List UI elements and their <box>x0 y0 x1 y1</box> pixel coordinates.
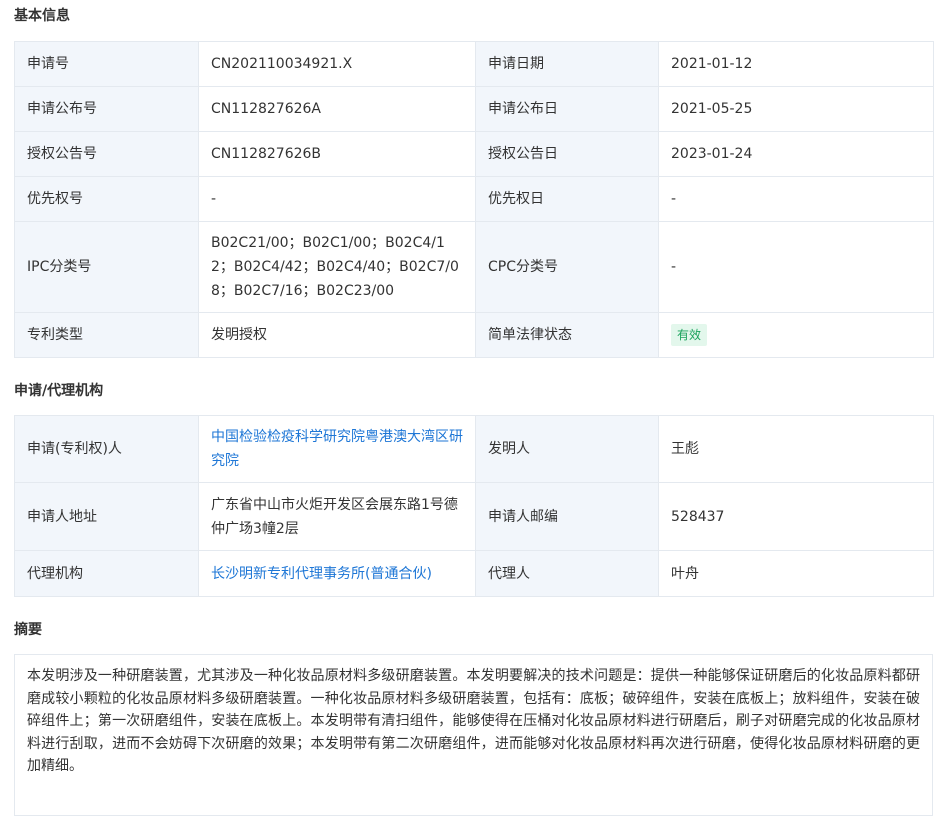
status-badge: 有效 <box>671 324 708 346</box>
applicant-label: 申请(专利权)人 <box>14 415 199 483</box>
grant-number-label: 授权公告号 <box>14 131 199 177</box>
table-row: 申请(专利权)人 中国检验检疫科学研究院粤港澳大湾区研究院 发明人 王彪 <box>14 415 934 483</box>
inventor-value: 王彪 <box>658 415 934 483</box>
application-number-label: 申请号 <box>14 41 199 87</box>
legal-status-cell: 有效 <box>658 312 934 358</box>
priority-number-value: - <box>198 176 476 222</box>
agency-table: 申请(专利权)人 中国检验检疫科学研究院粤港澳大湾区研究院 发明人 王彪 申请人… <box>14 415 934 597</box>
postal-code-label: 申请人邮编 <box>475 482 659 551</box>
table-row: 优先权号 - 优先权日 - <box>14 176 934 222</box>
postal-code-value: 528437 <box>658 482 934 551</box>
basic-info-table: 申请号 CN202110034921.X 申请日期 2021-01-12 申请公… <box>14 41 934 358</box>
section-title-abstract: 摘要 <box>14 622 42 638</box>
applicant-link[interactable]: 中国检验检疫科学研究院粤港澳大湾区研究院 <box>211 429 463 469</box>
ipc-class-value: B02C21/00；B02C1/00；B02C4/12；B02C4/42；B02… <box>198 221 476 313</box>
publication-number-value: CN112827626A <box>198 86 476 132</box>
legal-status-label: 简单法律状态 <box>475 312 659 358</box>
table-row: 专利类型 发明授权 简单法律状态 有效 <box>14 312 934 358</box>
applicant-address-value: 广东省中山市火炬开发区会展东路1号德仲广场3幢2层 <box>198 482 476 551</box>
table-row: IPC分类号 B02C21/00；B02C1/00；B02C4/12；B02C4… <box>14 221 934 313</box>
abstract-text: 本发明涉及一种研磨装置，尤其涉及一种化妆品原材料多级研磨装置。本发明要解决的技术… <box>14 654 933 816</box>
ipc-class-label: IPC分类号 <box>14 221 199 313</box>
priority-date-value: - <box>658 176 934 222</box>
inventor-label: 发明人 <box>475 415 659 483</box>
publication-date-label: 申请公布日 <box>475 86 659 132</box>
table-row: 申请公布号 CN112827626A 申请公布日 2021-05-25 <box>14 86 934 132</box>
section-title-basic-info: 基本信息 <box>14 8 70 24</box>
patent-type-label: 专利类型 <box>14 312 199 358</box>
agency-value-cell: 长沙明新专利代理事务所(普通合伙) <box>198 550 476 597</box>
agency-link[interactable]: 长沙明新专利代理事务所(普通合伙) <box>211 566 432 582</box>
priority-date-label: 优先权日 <box>475 176 659 222</box>
cpc-class-value: - <box>658 221 934 313</box>
grant-date-value: 2023-01-24 <box>658 131 934 177</box>
application-number-value: CN202110034921.X <box>198 41 476 87</box>
agent-label: 代理人 <box>475 550 659 597</box>
agent-value: 叶舟 <box>658 550 934 597</box>
table-row: 申请号 CN202110034921.X 申请日期 2021-01-12 <box>14 41 934 87</box>
table-row: 申请人地址 广东省中山市火炬开发区会展东路1号德仲广场3幢2层 申请人邮编 52… <box>14 482 934 551</box>
applicant-value-cell: 中国检验检疫科学研究院粤港澳大湾区研究院 <box>198 415 476 483</box>
application-date-label: 申请日期 <box>475 41 659 87</box>
publication-date-value: 2021-05-25 <box>658 86 934 132</box>
section-title-agency: 申请/代理机构 <box>14 383 104 399</box>
application-date-value: 2021-01-12 <box>658 41 934 87</box>
applicant-address-label: 申请人地址 <box>14 482 199 551</box>
grant-number-value: CN112827626B <box>198 131 476 177</box>
priority-number-label: 优先权号 <box>14 176 199 222</box>
grant-date-label: 授权公告日 <box>475 131 659 177</box>
table-row: 授权公告号 CN112827626B 授权公告日 2023-01-24 <box>14 131 934 177</box>
publication-number-label: 申请公布号 <box>14 86 199 132</box>
table-row: 代理机构 长沙明新专利代理事务所(普通合伙) 代理人 叶舟 <box>14 550 934 597</box>
patent-type-value: 发明授权 <box>198 312 476 358</box>
cpc-class-label: CPC分类号 <box>475 221 659 313</box>
agency-label: 代理机构 <box>14 550 199 597</box>
